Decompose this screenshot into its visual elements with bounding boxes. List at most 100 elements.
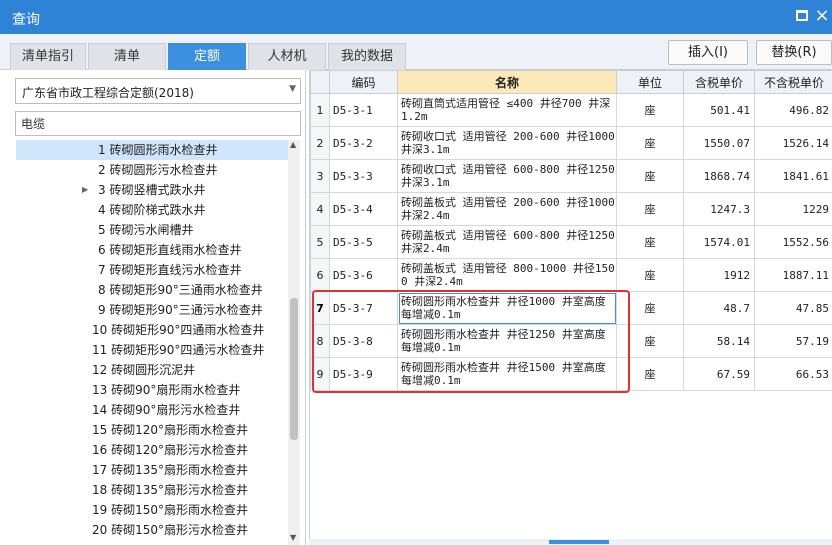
tab-list-guide[interactable]: 清单指引 [10,43,86,70]
tree-item[interactable]: 5 砖砌污水闸槽井 [16,220,288,240]
column-header-unit[interactable]: 单位 [616,70,684,94]
cell-name[interactable]: 砖砌直筒式适用管径 ≤400 井径700 井深1.2m [397,93,617,127]
tree-item[interactable]: 14 砖砌90°扇形污水检查井 [16,400,288,420]
cell-unit[interactable]: 座 [616,159,684,193]
tree-item[interactable]: 4 砖砌阶梯式跌水井 [16,200,288,220]
title-bar: 查询 × [0,0,832,34]
cell-name[interactable]: 砖砌盖板式 适用管径 200-600 井径1000 井深2.4m [397,192,617,226]
cell-unit[interactable]: 座 [616,291,684,325]
toolbar: 清单指引 清单 定额 人材机 我的数据 插入(I) 替换(R) [0,34,832,70]
insert-button[interactable]: 插入(I) [668,40,748,65]
cell-unit[interactable]: 座 [616,225,684,259]
scrollbar-thumb[interactable] [290,298,298,440]
cell-unit[interactable]: 座 [616,324,684,358]
tree-item[interactable]: 10 砖砌矩形90°四通雨水检查井 [16,320,288,340]
cell-tax-price[interactable]: 1247.3 [683,192,755,226]
cell-code[interactable]: D5-3-1 [329,93,398,127]
table-row[interactable]: 2 D5-3-2 砖砌收口式 适用管径 200-600 井径1000 井深3.1… [310,126,832,160]
replace-button[interactable]: 替换(R) [756,40,832,65]
cell-tax-price[interactable]: 1912 [683,258,755,292]
column-header-notax-price[interactable]: 不含税单价 [754,70,832,94]
cell-name[interactable]: 砖砌盖板式 适用管径 800-1000 井径1500 井深2.4m [397,258,617,292]
scroll-down-icon[interactable]: ▼ [290,533,296,542]
tree-item[interactable]: 15 砖砌120°扇形雨水检查井 [16,420,288,440]
cell-name[interactable]: 砖砌圆形雨水检查井 井径1250 井室高度每增减0.1m [397,324,617,358]
maximize-icon[interactable] [796,10,808,21]
cell-code[interactable]: D5-3-7 [329,291,398,325]
cell-name[interactable]: 砖砌收口式 适用管径 600-800 井径1250 井深3.1m [397,159,617,193]
table-row[interactable]: 6 D5-3-6 砖砌盖板式 适用管径 800-1000 井径1500 井深2.… [310,258,832,292]
cell-unit[interactable]: 座 [616,93,684,127]
scroll-up-icon[interactable]: ▲ [290,140,296,149]
column-header-code[interactable]: 编码 [329,70,398,94]
tree-item[interactable]: 2 砖砌圆形污水检查井 [16,160,288,180]
cell-notax-price[interactable]: 1526.14 [754,126,832,160]
tree-item[interactable]: 9 砖砌矩形90°三通污水检查井 [16,300,288,320]
tree-item[interactable]: ▶ 3 砖砌竖槽式跌水井 [16,180,288,200]
cell-code[interactable]: D5-3-4 [329,192,398,226]
cell-name[interactable]: 砖砌圆形雨水检查井 井径1000 井室高度每增减0.1m [397,291,617,325]
tab-labor-material[interactable]: 人材机 [248,43,326,70]
table-row[interactable]: 9 D5-3-9 砖砌圆形雨水检查井 井径1500 井室高度每增减0.1m 座 … [310,357,832,391]
column-header-tax-price[interactable]: 含税单价 [683,70,755,94]
cell-notax-price[interactable]: 66.53 [754,357,832,391]
tree-item[interactable]: 19 砖砌150°扇形雨水检查井 [16,500,288,520]
tree-item[interactable]: 20 砖砌150°扇形污水检查井 [16,520,288,540]
cell-code[interactable]: D5-3-6 [329,258,398,292]
quota-library-dropdown[interactable]: 广东省市政工程综合定额(2018) ▼ [15,78,301,104]
cell-notax-price[interactable]: 1229 [754,192,832,226]
tab-quota[interactable]: 定额 [168,43,246,70]
cell-notax-price[interactable]: 1887.11 [754,258,832,292]
grid-horizontal-scrollbar[interactable] [309,539,832,545]
expand-arrow-icon[interactable]: ▶ [82,180,88,200]
table-row[interactable]: 3 D5-3-3 砖砌收口式 适用管径 600-800 井径1250 井深3.1… [310,159,832,193]
tree-item[interactable]: 17 砖砌135°扇形雨水检查井 [16,460,288,480]
cell-notax-price[interactable]: 1552.56 [754,225,832,259]
column-header-index[interactable] [310,70,330,94]
column-header-name[interactable]: 名称 [397,70,617,94]
cell-unit[interactable]: 座 [616,126,684,160]
search-input[interactable] [15,111,301,136]
cell-notax-price[interactable]: 57.19 [754,324,832,358]
cell-tax-price[interactable]: 1868.74 [683,159,755,193]
table-row[interactable]: 4 D5-3-4 砖砌盖板式 适用管径 200-600 井径1000 井深2.4… [310,192,832,226]
cell-unit[interactable]: 座 [616,357,684,391]
cell-code[interactable]: D5-3-3 [329,159,398,193]
cell-unit[interactable]: 座 [616,258,684,292]
cell-name[interactable]: 砖砌盖板式 适用管径 600-800 井径1250 井深2.4m [397,225,617,259]
cell-notax-price[interactable]: 47.85 [754,291,832,325]
tree-item[interactable]: 18 砖砌135°扇形污水检查井 [16,480,288,500]
cell-notax-price[interactable]: 496.82 [754,93,832,127]
cell-tax-price[interactable]: 1550.07 [683,126,755,160]
tree-item[interactable]: 13 砖砌90°扇形雨水检查井 [16,380,288,400]
cell-code[interactable]: D5-3-2 [329,126,398,160]
tree-item[interactable]: 6 砖砌矩形直线雨水检查井 [16,240,288,260]
cell-name[interactable]: 砖砌圆形雨水检查井 井径1500 井室高度每增减0.1m [397,357,617,391]
cell-code[interactable]: D5-3-5 [329,225,398,259]
cell-code[interactable]: D5-3-8 [329,324,398,358]
cell-tax-price[interactable]: 1574.01 [683,225,755,259]
cell-tax-price[interactable]: 58.14 [683,324,755,358]
table-row[interactable]: 5 D5-3-5 砖砌盖板式 适用管径 600-800 井径1250 井深2.4… [310,225,832,259]
table-row[interactable]: 8 D5-3-8 砖砌圆形雨水检查井 井径1250 井室高度每增减0.1m 座 … [310,324,832,358]
tree-item[interactable]: 12 砖砌圆形沉泥井 [16,360,288,380]
scrollbar-thumb[interactable] [549,540,609,544]
tree-item[interactable]: 11 砖砌矩形90°四通污水检查井 [16,340,288,360]
tab-my-data[interactable]: 我的数据 [328,43,406,70]
tab-list[interactable]: 清单 [88,43,166,70]
cell-unit[interactable]: 座 [616,192,684,226]
cell-name[interactable]: 砖砌收口式 适用管径 200-600 井径1000 井深3.1m [397,126,617,160]
table-row[interactable]: 1 D5-3-1 砖砌直筒式适用管径 ≤400 井径700 井深1.2m 座 5… [310,93,832,127]
cell-tax-price[interactable]: 48.7 [683,291,755,325]
tree-item[interactable]: 8 砖砌矩形90°三通雨水检查井 [16,280,288,300]
table-row-current[interactable]: 7 D5-3-7 砖砌圆形雨水检查井 井径1000 井室高度每增减0.1m 座 … [310,291,832,325]
cell-tax-price[interactable]: 501.41 [683,93,755,127]
cell-code[interactable]: D5-3-9 [329,357,398,391]
tree-item[interactable]: 16 砖砌120°扇形污水检查井 [16,440,288,460]
close-icon[interactable]: × [814,4,830,28]
tree-item[interactable]: 1 砖砌圆形雨水检查井 [16,140,288,160]
tree-item[interactable]: 7 砖砌矩形直线污水检查井 [16,260,288,280]
cell-notax-price[interactable]: 1841.61 [754,159,832,193]
cell-tax-price[interactable]: 67.59 [683,357,755,391]
tree-scrollbar[interactable]: ▲ ▼ [288,140,300,545]
